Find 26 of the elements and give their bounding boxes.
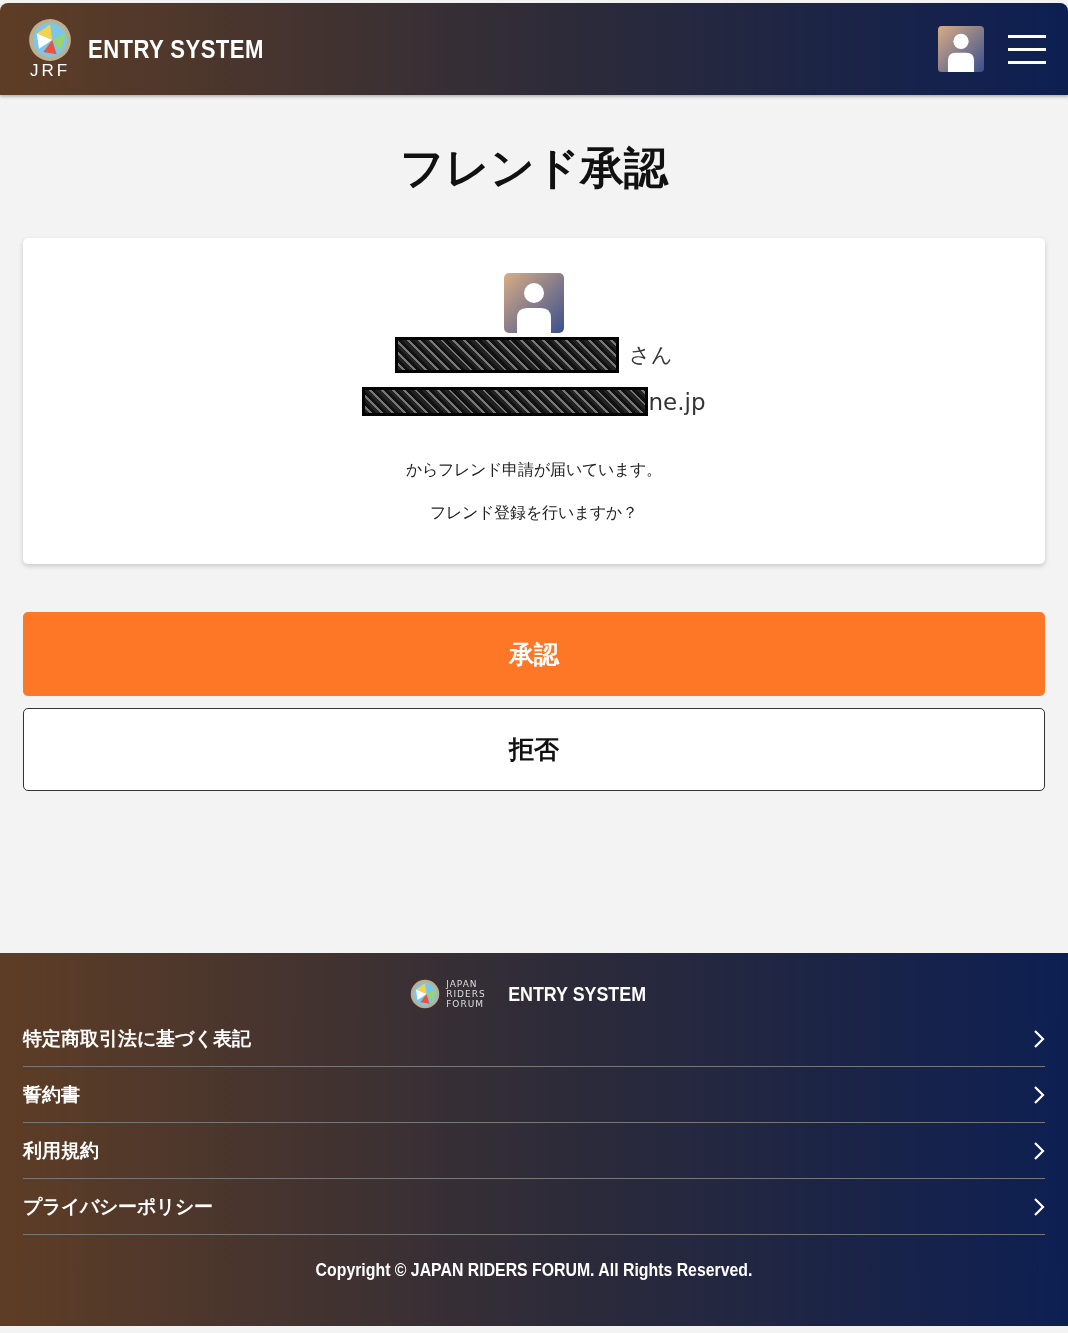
chevron-right-icon xyxy=(1033,1028,1045,1049)
logo-text: JRF xyxy=(29,62,71,80)
page-title: フレンド承認 xyxy=(399,141,670,195)
name-suffix: さん xyxy=(629,342,673,369)
footer-title: ENTRY SYSTEM xyxy=(507,982,646,1006)
chevron-right-icon xyxy=(1033,1140,1045,1161)
reject-button[interactable]: 拒否 xyxy=(23,708,1045,791)
chevron-right-icon xyxy=(1033,1196,1045,1217)
chevron-right-icon xyxy=(1033,1084,1045,1105)
app-title: ENTRY SYSTEM xyxy=(88,33,264,65)
logo-text: RIDERS xyxy=(446,989,486,999)
footer-link[interactable]: プライバシーポリシー xyxy=(23,1179,1045,1235)
footer-link[interactable]: 利用規約 xyxy=(23,1123,1045,1179)
globe-logo-icon xyxy=(28,18,72,62)
avatar-icon xyxy=(938,26,984,72)
copyright-text: Copyright © JAPAN RIDERS FORUM. All Rights Reserved. xyxy=(314,1260,754,1281)
message-text: からフレンド申請が届いています。 xyxy=(406,460,662,481)
globe-logo-icon xyxy=(410,979,441,1009)
menu-button[interactable] xyxy=(1008,32,1046,66)
footer-link[interactable]: 誓約書 xyxy=(23,1067,1045,1123)
avatar-icon xyxy=(504,273,564,333)
logo-text: FORUM xyxy=(446,999,485,1009)
message-text: フレンド登録を行いますか？ xyxy=(430,503,638,524)
footer-link[interactable]: 特定商取引法に基づく表記 xyxy=(23,1011,1045,1067)
email-text: ne.jp xyxy=(648,388,706,415)
logo-text: JAPAN xyxy=(446,979,479,989)
